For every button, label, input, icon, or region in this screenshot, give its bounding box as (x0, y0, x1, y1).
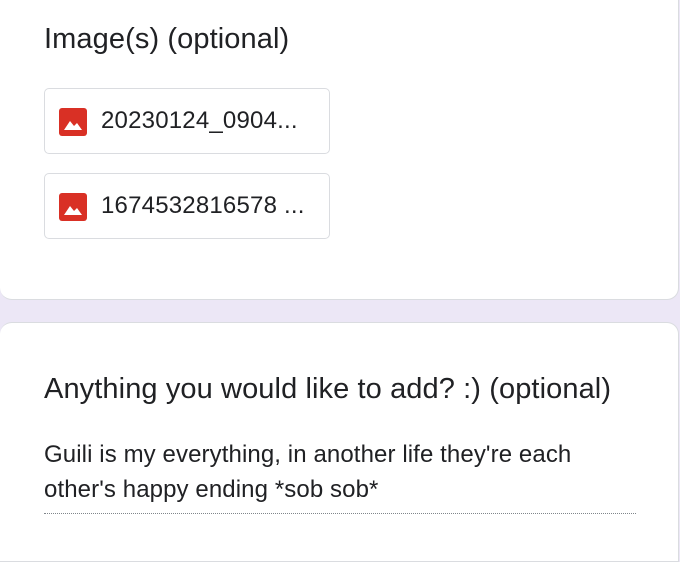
additional-comments-card: Anything you would like to add? :) (opti… (0, 322, 679, 562)
question-title: Anything you would like to add? :) (opti… (44, 373, 612, 405)
answer-text: Guili is my everything, in another life … (44, 437, 636, 514)
images-question-card: Image(s) (optional) 20230124_0904... 167… (0, 0, 679, 300)
question-title: Image(s) (optional) (44, 23, 290, 55)
image-file-icon (59, 193, 87, 221)
image-file-icon (59, 108, 87, 136)
attached-file-chip[interactable]: 20230124_0904... (44, 88, 330, 154)
file-name: 1674532816578 ... (101, 192, 305, 219)
file-name: 20230124_0904... (101, 107, 298, 134)
attached-file-chip[interactable]: 1674532816578 ... (44, 173, 330, 239)
